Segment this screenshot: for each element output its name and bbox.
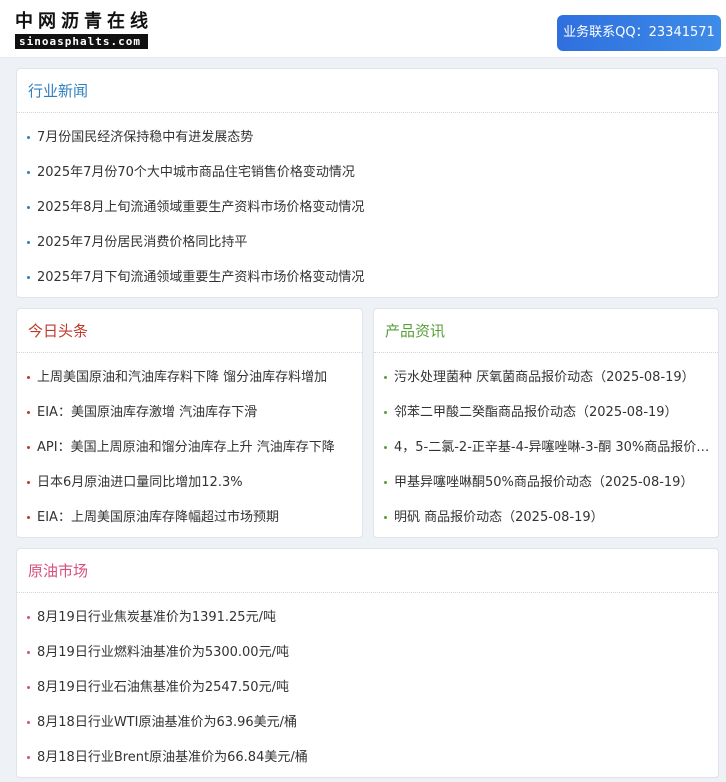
bullet-icon xyxy=(27,276,30,279)
bullet-icon xyxy=(384,516,387,519)
product-item-text: 污水处理菌种 厌氧菌商品报价动态（2025-08-19） xyxy=(394,370,695,385)
headline-list-item[interactable]: 日本6月原油进口量同比增加12.3% xyxy=(17,465,362,500)
headline-item-text: EIA：上周美国原油库存降幅超过市场预期 xyxy=(37,510,279,525)
market-item-text: 8月19日行业石油焦基准价为2547.50元/吨 xyxy=(37,680,289,695)
bullet-icon xyxy=(27,206,30,209)
today-headlines-panel: 今日头条 上周美国原油和汽油库存料下降 馏分油库存料增加 EIA：美国原油库存激… xyxy=(16,308,363,538)
bullet-icon xyxy=(27,721,30,724)
product-item-text: 邻苯二甲酸二癸酯商品报价动态（2025-08-19） xyxy=(394,405,678,420)
news-item-text: 2025年8月上旬流通领域重要生产资料市场价格变动情况 xyxy=(37,200,365,215)
crude-oil-market-list: 8月19日行业焦炭基准价为1391.25元/吨 8月19日行业燃料油基准价为53… xyxy=(17,593,718,775)
product-list-item[interactable]: 4，5-二氯-2-正辛基-4-异噻唑啉-3-酮 30%商品报价动态（2025-0… xyxy=(374,430,718,465)
product-info-title[interactable]: 产品资讯 xyxy=(374,309,718,353)
bullet-icon xyxy=(27,516,30,519)
news-item-text: 2025年7月下旬流通领域重要生产资料市场价格变动情况 xyxy=(37,270,365,285)
headline-list-item[interactable]: API：美国上周原油和馏分油库存上升 汽油库存下降 xyxy=(17,430,362,465)
bullet-icon xyxy=(27,651,30,654)
headline-item-text: 上周美国原油和汽油库存料下降 馏分油库存料增加 xyxy=(37,370,328,385)
crude-oil-market-title[interactable]: 原油市场 xyxy=(17,549,718,593)
market-list-item[interactable]: 8月18日行业Brent原油基准价为66.84美元/桶 xyxy=(17,740,718,775)
site-logo[interactable]: 中网沥青在线 sinoasphalts.com xyxy=(15,11,149,49)
bullet-icon xyxy=(27,756,30,759)
bullet-icon xyxy=(384,446,387,449)
market-list-item[interactable]: 8月19日行业燃料油基准价为5300.00元/吨 xyxy=(17,635,718,670)
headline-list-item[interactable]: 上周美国原油和汽油库存料下降 馏分油库存料增加 xyxy=(17,360,362,395)
bullet-icon xyxy=(27,616,30,619)
industry-news-title[interactable]: 行业新闻 xyxy=(17,69,718,113)
today-headlines-title[interactable]: 今日头条 xyxy=(17,309,362,353)
news-list-item[interactable]: 7月份国民经济保持稳中有进发展态势 xyxy=(17,120,718,155)
headline-item-text: API：美国上周原油和馏分油库存上升 汽油库存下降 xyxy=(37,440,335,455)
news-list-item[interactable]: 2025年7月份70个大中城市商品住宅销售价格变动情况 xyxy=(17,155,718,190)
market-item-text: 8月19日行业燃料油基准价为5300.00元/吨 xyxy=(37,645,289,660)
product-list-item[interactable]: 邻苯二甲酸二癸酯商品报价动态（2025-08-19） xyxy=(374,395,718,430)
industry-news-list: 7月份国民经济保持稳中有进发展态势 2025年7月份70个大中城市商品住宅销售价… xyxy=(17,113,718,295)
market-item-text: 8月19日行业焦炭基准价为1391.25元/吨 xyxy=(37,610,276,625)
market-list-item[interactable]: 8月18日行业WTI原油基准价为63.96美元/桶 xyxy=(17,705,718,740)
bullet-icon xyxy=(384,376,387,379)
news-list-item[interactable]: 2025年8月上旬流通领域重要生产资料市场价格变动情况 xyxy=(17,190,718,225)
bullet-icon xyxy=(27,171,30,174)
bullet-icon xyxy=(27,136,30,139)
headline-item-text: EIA：美国原油库存激增 汽油库存下滑 xyxy=(37,405,258,420)
crude-oil-market-panel: 原油市场 8月19日行业焦炭基准价为1391.25元/吨 8月19日行业燃料油基… xyxy=(16,548,719,778)
industry-news-panel: 行业新闻 7月份国民经济保持稳中有进发展态势 2025年7月份70个大中城市商品… xyxy=(16,68,719,298)
market-item-text: 8月18日行业Brent原油基准价为66.84美元/桶 xyxy=(37,750,308,765)
today-headlines-list: 上周美国原油和汽油库存料下降 馏分油库存料增加 EIA：美国原油库存激增 汽油库… xyxy=(17,353,362,535)
bullet-icon xyxy=(27,411,30,414)
site-header: 中网沥青在线 sinoasphalts.com 业务联系QQ：23341571 xyxy=(0,0,726,58)
bullet-icon xyxy=(27,376,30,379)
product-item-text: 明矾 商品报价动态（2025-08-19） xyxy=(394,510,604,525)
headline-list-item[interactable]: EIA：上周美国原油库存降幅超过市场预期 xyxy=(17,500,362,535)
bullet-icon xyxy=(27,481,30,484)
product-item-text: 甲基异噻唑啉酮50%商品报价动态（2025-08-19） xyxy=(394,475,694,490)
news-list-item[interactable]: 2025年7月份居民消费价格同比持平 xyxy=(17,225,718,260)
product-list-item[interactable]: 污水处理菌种 厌氧菌商品报价动态（2025-08-19） xyxy=(374,360,718,395)
news-list-item[interactable]: 2025年7月下旬流通领域重要生产资料市场价格变动情况 xyxy=(17,260,718,295)
product-info-panel: 产品资讯 污水处理菌种 厌氧菌商品报价动态（2025-08-19） 邻苯二甲酸二… xyxy=(373,308,719,538)
market-list-item[interactable]: 8月19日行业焦炭基准价为1391.25元/吨 xyxy=(17,600,718,635)
logo-domain-text: sinoasphalts.com xyxy=(15,34,148,49)
bullet-icon xyxy=(27,241,30,244)
market-list-item[interactable]: 8月19日行业石油焦基准价为2547.50元/吨 xyxy=(17,670,718,705)
bullet-icon xyxy=(27,446,30,449)
market-item-text: 8月18日行业WTI原油基准价为63.96美元/桶 xyxy=(37,715,298,730)
news-item-text: 7月份国民经济保持稳中有进发展态势 xyxy=(37,130,254,145)
product-list-item[interactable]: 明矾 商品报价动态（2025-08-19） xyxy=(374,500,718,535)
news-item-text: 2025年7月份居民消费价格同比持平 xyxy=(37,235,248,250)
headline-list-item[interactable]: EIA：美国原油库存激增 汽油库存下滑 xyxy=(17,395,362,430)
news-item-text: 2025年7月份70个大中城市商品住宅销售价格变动情况 xyxy=(37,165,355,180)
product-info-list: 污水处理菌种 厌氧菌商品报价动态（2025-08-19） 邻苯二甲酸二癸酯商品报… xyxy=(374,353,718,535)
logo-chinese-text: 中网沥青在线 xyxy=(15,11,153,32)
bullet-icon xyxy=(27,686,30,689)
business-contact-button[interactable]: 业务联系QQ：23341571 xyxy=(557,15,721,51)
bullet-icon xyxy=(384,411,387,414)
headline-item-text: 日本6月原油进口量同比增加12.3% xyxy=(37,475,243,490)
product-list-item[interactable]: 甲基异噻唑啉酮50%商品报价动态（2025-08-19） xyxy=(374,465,718,500)
bullet-icon xyxy=(384,481,387,484)
product-item-text: 4，5-二氯-2-正辛基-4-异噻唑啉-3-酮 30%商品报价动态（2025-0… xyxy=(394,440,718,455)
